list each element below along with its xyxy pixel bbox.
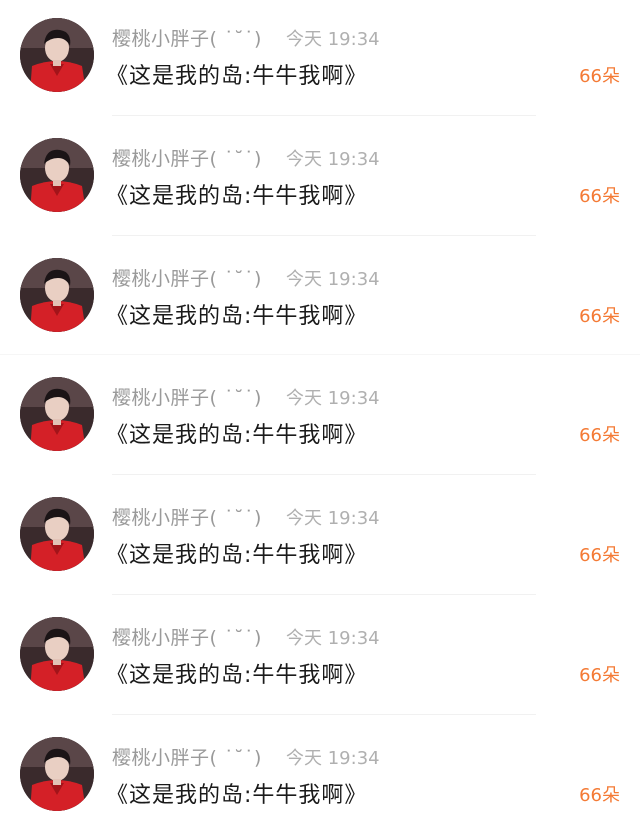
user-avatar-icon bbox=[20, 736, 94, 811]
gift-title[interactable]: 《这是我的岛:牛牛我啊》 bbox=[106, 298, 367, 330]
timestamp: 今天 19:34 bbox=[286, 747, 380, 769]
timestamp: 今天 19:34 bbox=[286, 148, 380, 170]
username[interactable]: 樱桃小胖子( ˙˘˙) bbox=[112, 743, 262, 770]
divider bbox=[112, 234, 536, 236]
divider bbox=[112, 713, 536, 715]
list-item[interactable]: 樱桃小胖子( ˙˘˙) 今天 19:34 《这是我的岛:牛牛我啊》 66朵 bbox=[0, 240, 640, 360]
list-item[interactable]: 樱桃小胖子( ˙˘˙) 今天 19:34 《这是我的岛:牛牛我啊》 66朵 bbox=[0, 479, 640, 599]
list-item[interactable]: 樱桃小胖子( ˙˘˙) 今天 19:34 《这是我的岛:牛牛我啊》 66朵 bbox=[0, 719, 640, 839]
divider bbox=[112, 114, 536, 116]
avatar[interactable] bbox=[20, 257, 94, 332]
divider bbox=[112, 593, 536, 595]
divider bbox=[112, 474, 536, 476]
username[interactable]: 樱桃小胖子( ˙˘˙) bbox=[112, 503, 262, 530]
flower-count: 66朵 bbox=[579, 545, 620, 567]
timestamp: 今天 19:34 bbox=[286, 388, 380, 410]
timestamp: 今天 19:34 bbox=[286, 29, 380, 50]
user-avatar-icon bbox=[20, 257, 94, 332]
username[interactable]: 樱桃小胖子( ˙˘˙) bbox=[112, 24, 262, 51]
list-item[interactable]: 樱桃小胖子( ˙˘˙) 今天 19:34 《这是我的岛:牛牛我啊》 66朵 bbox=[0, 599, 640, 719]
list-item[interactable]: 樱桃小胖子( ˙˘˙) 今天 19:34 《这是我的岛:牛牛我啊》 66朵 bbox=[0, 0, 640, 120]
user-avatar-icon bbox=[20, 18, 94, 92]
list-item[interactable]: 樱桃小胖子( ˙˘˙) 今天 19:34 《这是我的岛:牛牛我啊》 66朵 bbox=[0, 359, 640, 479]
flower-count: 66朵 bbox=[579, 66, 620, 87]
user-avatar-icon bbox=[20, 137, 94, 212]
divider bbox=[0, 354, 640, 356]
gift-title[interactable]: 《这是我的岛:牛牛我啊》 bbox=[106, 537, 367, 569]
username[interactable]: 樱桃小胖子( ˙˘˙) bbox=[112, 383, 262, 410]
flower-count: 66朵 bbox=[579, 665, 620, 686]
user-avatar-icon bbox=[20, 377, 94, 452]
gift-title[interactable]: 《这是我的岛:牛牛我啊》 bbox=[106, 178, 367, 210]
gift-title[interactable]: 《这是我的岛:牛牛我啊》 bbox=[106, 417, 367, 449]
username[interactable]: 樱桃小胖子( ˙˘˙) bbox=[112, 144, 262, 171]
flower-count: 66朵 bbox=[579, 185, 620, 207]
user-avatar-icon bbox=[20, 617, 94, 691]
list-item[interactable]: 樱桃小胖子( ˙˘˙) 今天 19:34 《这是我的岛:牛牛我啊》 66朵 bbox=[0, 120, 640, 240]
flower-count: 66朵 bbox=[579, 784, 620, 806]
user-avatar-icon bbox=[20, 497, 94, 572]
avatar[interactable] bbox=[20, 137, 94, 212]
username[interactable]: 樱桃小胖子( ˙˘˙) bbox=[112, 623, 262, 650]
gift-feed-list: 樱桃小胖子( ˙˘˙) 今天 19:34 《这是我的岛:牛牛我啊》 66朵 樱桃… bbox=[0, 0, 640, 832]
timestamp: 今天 19:34 bbox=[286, 268, 380, 290]
avatar[interactable] bbox=[20, 497, 94, 572]
avatar[interactable] bbox=[20, 18, 94, 92]
timestamp: 今天 19:34 bbox=[286, 508, 380, 530]
gift-title[interactable]: 《这是我的岛:牛牛我啊》 bbox=[106, 657, 367, 689]
username[interactable]: 樱桃小胖子( ˙˘˙) bbox=[112, 264, 262, 291]
avatar[interactable] bbox=[20, 617, 94, 691]
gift-title[interactable]: 《这是我的岛:牛牛我啊》 bbox=[106, 58, 367, 90]
timestamp: 今天 19:34 bbox=[286, 628, 380, 649]
avatar[interactable] bbox=[20, 736, 94, 811]
flower-count: 66朵 bbox=[579, 425, 620, 447]
flower-count: 66朵 bbox=[579, 305, 620, 327]
gift-title[interactable]: 《这是我的岛:牛牛我啊》 bbox=[106, 777, 367, 809]
avatar[interactable] bbox=[20, 377, 94, 452]
